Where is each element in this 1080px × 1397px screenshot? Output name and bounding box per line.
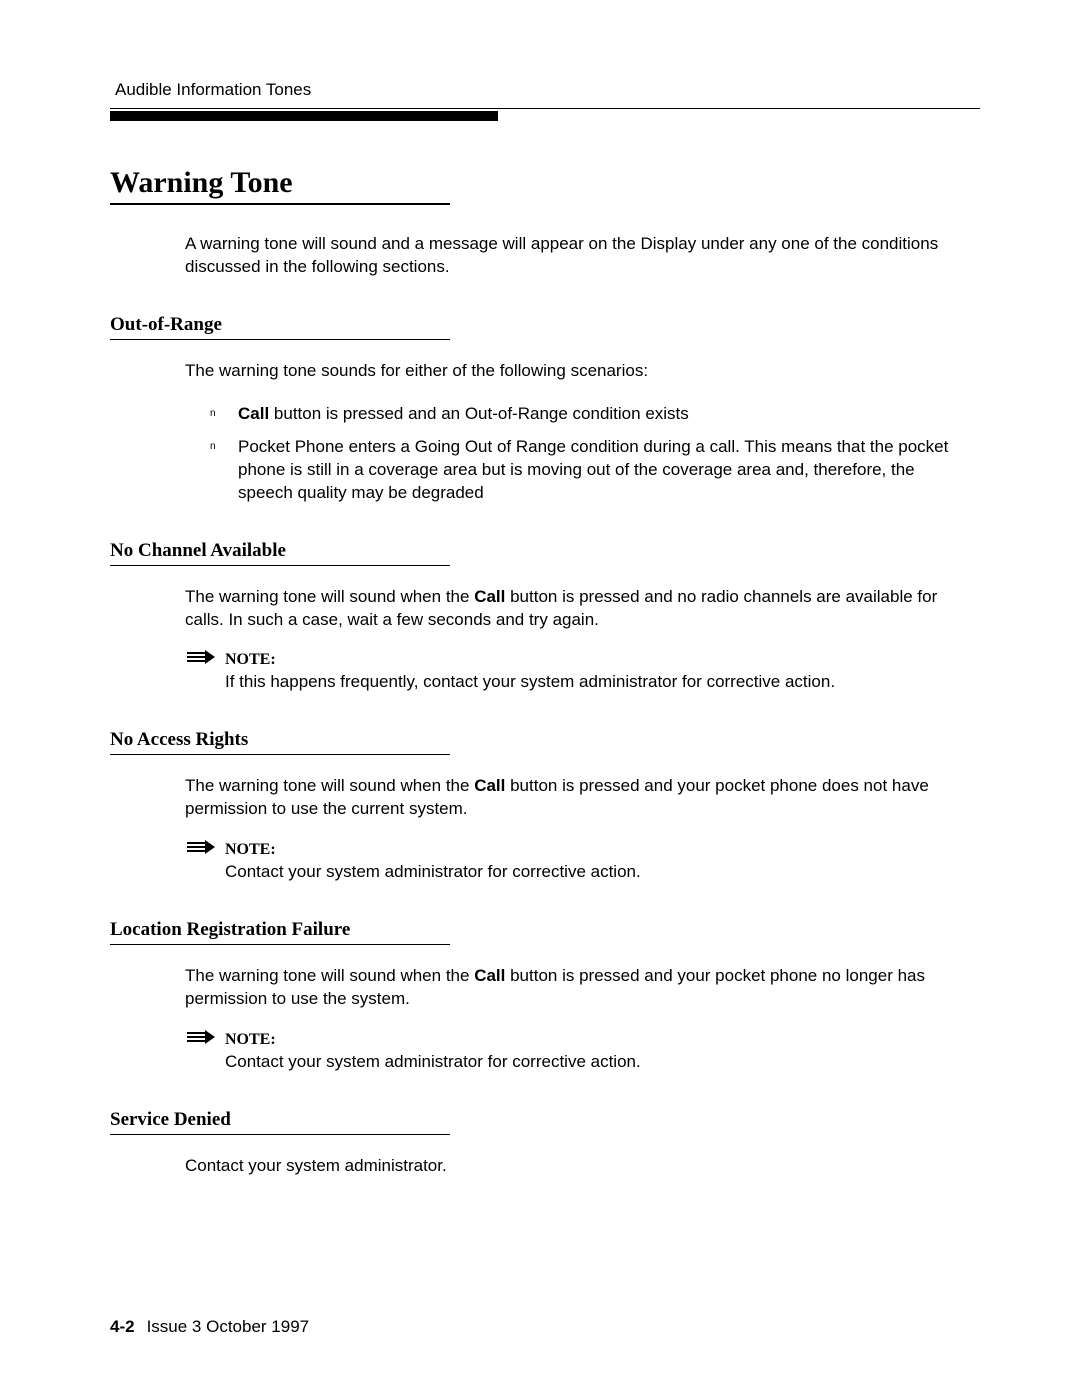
note-arrow-icon [185, 649, 217, 670]
no-channel-paragraph: The warning tone will sound when the Cal… [185, 586, 950, 632]
sub-rule [110, 339, 450, 340]
bullet-text: enters a Going Out of Range condition du… [238, 437, 948, 502]
note-text: Contact your system administrator for co… [225, 1051, 950, 1074]
note-arrow-icon [185, 839, 217, 860]
note-block: NOTE: Contact your system administrator … [185, 1031, 950, 1074]
note-label: NOTE: [225, 1031, 950, 1049]
no-access-paragraph: The warning tone will sound when the Cal… [185, 775, 950, 821]
subheading-out-of-range: Out-of-Range [110, 314, 980, 336]
running-head: Audible Information Tones [115, 80, 980, 100]
note-text: Contact your system administrator for co… [225, 861, 950, 884]
para-pre: The warning tone will sound when the [185, 587, 474, 606]
list-item: Pocket Phone enters a Going Out of Range… [210, 436, 950, 505]
page-content: Audible Information Tones Warning Tone A… [0, 0, 1080, 1258]
note-text: If this happens frequently, contact your… [225, 671, 950, 694]
bullet-text: button is pressed and an Out-of-Range co… [269, 404, 689, 423]
top-rule [110, 108, 980, 109]
subheading-no-access: No Access Rights [110, 729, 980, 751]
title-rule [110, 203, 450, 205]
sub-rule [110, 1134, 450, 1135]
para-pre: The warning tone will sound when the [185, 966, 474, 985]
issue-info: Issue 3 October 1997 [147, 1317, 310, 1336]
para-bold: Call [474, 587, 505, 606]
sub-rule [110, 944, 450, 945]
para-bold: Call [474, 966, 505, 985]
service-denied-paragraph: Contact your system administrator. [185, 1155, 950, 1178]
sub-rule [110, 754, 450, 755]
subheading-service-denied: Service Denied [110, 1109, 980, 1131]
loc-reg-paragraph: The warning tone will sound when the Cal… [185, 965, 950, 1011]
note-label: NOTE: [225, 651, 950, 669]
out-of-range-list: Call button is pressed and an Out-of-Ran… [210, 403, 950, 505]
page-title: Warning Tone [110, 166, 980, 200]
bullet-lead: Pocket Phone [238, 437, 344, 456]
page-footer: 4-2 Issue 3 October 1997 [110, 1317, 309, 1337]
out-of-range-intro: The warning tone sounds for either of th… [185, 360, 950, 383]
header-black-bar [110, 111, 498, 121]
subheading-loc-reg: Location Registration Failure [110, 919, 980, 941]
para-pre: The warning tone will sound when the [185, 776, 474, 795]
page-number: 4-2 [110, 1317, 135, 1336]
list-item: Call button is pressed and an Out-of-Ran… [210, 403, 950, 426]
note-label: NOTE: [225, 841, 950, 859]
para-bold: Call [474, 776, 505, 795]
subheading-no-channel: No Channel Available [110, 540, 980, 562]
note-block: NOTE: If this happens frequently, contac… [185, 651, 950, 694]
bullet-bold: Call [238, 404, 269, 423]
sub-rule [110, 565, 450, 566]
intro-paragraph: A warning tone will sound and a message … [185, 233, 950, 279]
note-block: NOTE: Contact your system administrator … [185, 841, 950, 884]
note-arrow-icon [185, 1029, 217, 1050]
